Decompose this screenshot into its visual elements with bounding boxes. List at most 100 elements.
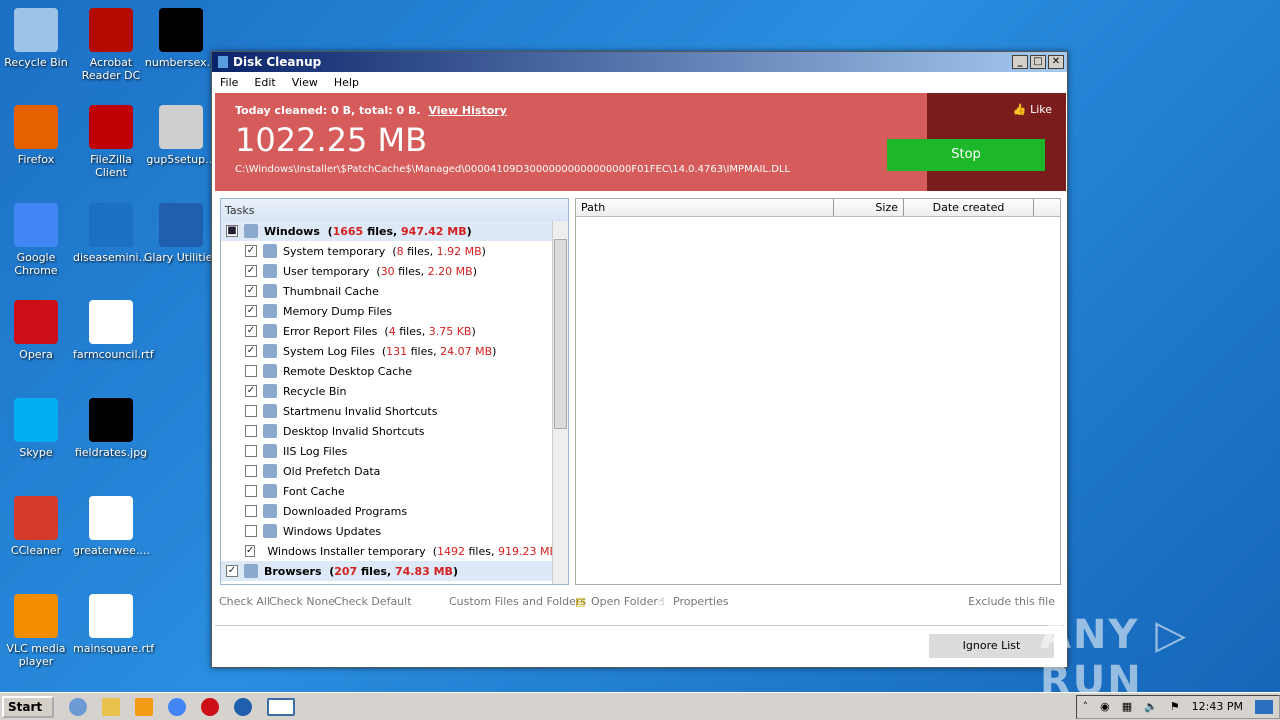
task-checkbox[interactable] (245, 505, 257, 517)
task-item[interactable]: ✓ User temporary (30 files, 2.20 MB) (221, 261, 552, 281)
task-item[interactable]: ✓ System Log Files (131 files, 24.07 MB) (221, 341, 552, 361)
task-checkbox[interactable]: ✓ (245, 285, 257, 297)
task-checkbox[interactable] (245, 465, 257, 477)
desktop-icon[interactable]: Acrobat Reader DC (73, 8, 149, 82)
ignore-list-button[interactable]: Ignore List (929, 634, 1054, 658)
task-item[interactable]: ✓ System temporary (8 files, 1.92 MB) (221, 241, 552, 261)
task-item[interactable]: Windows Updates (221, 521, 552, 541)
task-checkbox[interactable]: ✓ (245, 305, 257, 317)
glary-tray-icon[interactable]: ◉ (1100, 700, 1110, 713)
task-group[interactable]: ✓ Browsers (207 files, 74.83 MB) (221, 561, 552, 581)
task-checkbox[interactable]: ✓ (245, 245, 257, 257)
desktop-icon-image (89, 496, 133, 540)
task-item[interactable]: Startmenu Invalid Shortcuts (221, 401, 552, 421)
task-checkbox[interactable]: ✓ (226, 565, 238, 577)
task-item[interactable]: IIS Log Files (221, 441, 552, 461)
ie-icon[interactable] (69, 697, 87, 716)
start-button[interactable]: Start (2, 695, 54, 718)
menu-view[interactable]: View (292, 76, 318, 89)
column-size[interactable]: Size (834, 199, 904, 216)
properties-link[interactable]: Properties (673, 595, 729, 608)
task-checkbox[interactable] (245, 405, 257, 417)
check-all-link[interactable]: Check All (219, 595, 270, 608)
desktop-icon[interactable]: Skype (0, 398, 74, 459)
stop-button[interactable]: Stop (887, 139, 1045, 171)
like-label: Like (1030, 103, 1052, 116)
check-none-link[interactable]: Check None (269, 595, 335, 608)
task-item[interactable]: ✓ Memory Dump Files (221, 301, 552, 321)
task-item[interactable]: Old Prefetch Data (221, 461, 552, 481)
desktop-icon[interactable]: fieldrates.jpg (73, 398, 149, 459)
task-scrollbar[interactable] (552, 221, 568, 584)
task-checkbox[interactable]: ✓ (245, 345, 257, 357)
task-stats: (30 files, 2.20 MB) (376, 264, 477, 278)
desktop-icon[interactable]: farmcouncil.rtf (73, 300, 154, 361)
task-item[interactable]: ✓ Thumbnail Cache (221, 281, 552, 301)
desktop-icon[interactable]: Opera (0, 300, 74, 361)
desktop-icon[interactable]: greaterwee.... (73, 496, 150, 557)
task-item[interactable]: ✓ Error Report Files (4 files, 3.75 KB) (221, 321, 552, 341)
desktop-icon[interactable]: Recycle Bin (0, 8, 74, 69)
task-item[interactable]: Font Cache (221, 481, 552, 501)
network-icon[interactable]: ▦ (1122, 700, 1132, 713)
task-group[interactable]: ■ Windows (1665 files, 947.42 MB) (221, 221, 552, 241)
desktop-icon[interactable]: diseasemini.... (73, 203, 153, 264)
task-checkbox[interactable]: ✓ (245, 325, 257, 337)
minimize-button[interactable]: _ (1012, 55, 1028, 69)
clock[interactable]: 12:43 PM (1192, 700, 1243, 713)
task-checkbox[interactable]: ✓ (245, 545, 256, 557)
media-player-icon[interactable] (135, 697, 153, 716)
task-item[interactable]: Downloaded Programs (221, 501, 552, 521)
opera-icon[interactable] (201, 697, 219, 716)
column-path[interactable]: Path (576, 199, 834, 216)
task-item[interactable]: ✓ Recycle Bin (221, 381, 552, 401)
task-checkbox[interactable] (245, 425, 257, 437)
task-checkbox[interactable]: ■ (226, 225, 238, 237)
show-hidden-icons[interactable]: ˄ (1083, 700, 1089, 713)
task-item[interactable]: Remote Desktop Cache (221, 361, 552, 381)
explorer-icon[interactable] (102, 697, 120, 716)
desktop-icon[interactable]: Glary Utilities (143, 203, 219, 264)
maximize-button[interactable]: □ (1030, 55, 1046, 69)
task-checkbox[interactable] (245, 485, 257, 497)
desktop-icon[interactable]: VLC media player (0, 594, 74, 668)
exclude-file-link[interactable]: Exclude this file (968, 595, 1055, 608)
task-checkbox[interactable]: ✓ (245, 385, 257, 397)
desktop-icon[interactable]: gup5setup... (143, 105, 219, 166)
disk-cleanup-task[interactable] (267, 697, 295, 716)
close-button[interactable]: ✕ (1048, 55, 1064, 69)
scroll-thumb[interactable] (554, 239, 567, 429)
action-center-flag-icon[interactable]: ⚑ (1170, 700, 1180, 713)
column-date-created[interactable]: Date created (904, 199, 1034, 216)
menu-file[interactable]: File (220, 76, 238, 89)
like-button[interactable]: 👍 Like (1013, 103, 1052, 116)
desktop-icon[interactable]: Firefox (0, 105, 74, 166)
glary-icon[interactable] (234, 697, 252, 716)
desktop-icon[interactable]: CCleaner (0, 496, 74, 557)
task-checkbox[interactable]: ✓ (245, 265, 257, 277)
show-desktop-button[interactable] (1255, 699, 1273, 714)
task-checkbox[interactable] (245, 365, 257, 377)
task-list: ■ Windows (1665 files, 947.42 MB) ✓ System … (221, 221, 568, 581)
task-item[interactable]: ✓ Windows Installer temporary (1492 files… (221, 541, 561, 561)
desktop-icon[interactable]: Google Chrome (0, 203, 74, 277)
desktop-icon[interactable]: FileZilla Client (73, 105, 149, 179)
desktop-icon-image (14, 594, 58, 638)
task-checkbox[interactable] (245, 445, 257, 457)
desktop-icon[interactable]: numbersex... (143, 8, 219, 69)
thumbs-up-icon: 👍 (1012, 103, 1027, 116)
task-name: Font Cache (283, 484, 345, 498)
title-bar[interactable]: Disk Cleanup _ □ ✕ (212, 52, 1067, 72)
chrome-icon[interactable] (168, 697, 186, 716)
task-icon (244, 224, 258, 238)
check-default-link[interactable]: Check Default (334, 595, 412, 608)
open-folder-link[interactable]: Open Folder (591, 595, 658, 608)
menu-edit[interactable]: Edit (254, 76, 275, 89)
view-history-link[interactable]: View History (428, 104, 506, 117)
menu-help[interactable]: Help (334, 76, 359, 89)
task-checkbox[interactable] (245, 525, 257, 537)
volume-icon[interactable]: 🔈 (1144, 700, 1158, 713)
custom-files-link[interactable]: Custom Files and Folders (449, 595, 586, 608)
task-item[interactable]: Desktop Invalid Shortcuts (221, 421, 552, 441)
desktop-icon[interactable]: mainsquare.rtf (73, 594, 154, 655)
